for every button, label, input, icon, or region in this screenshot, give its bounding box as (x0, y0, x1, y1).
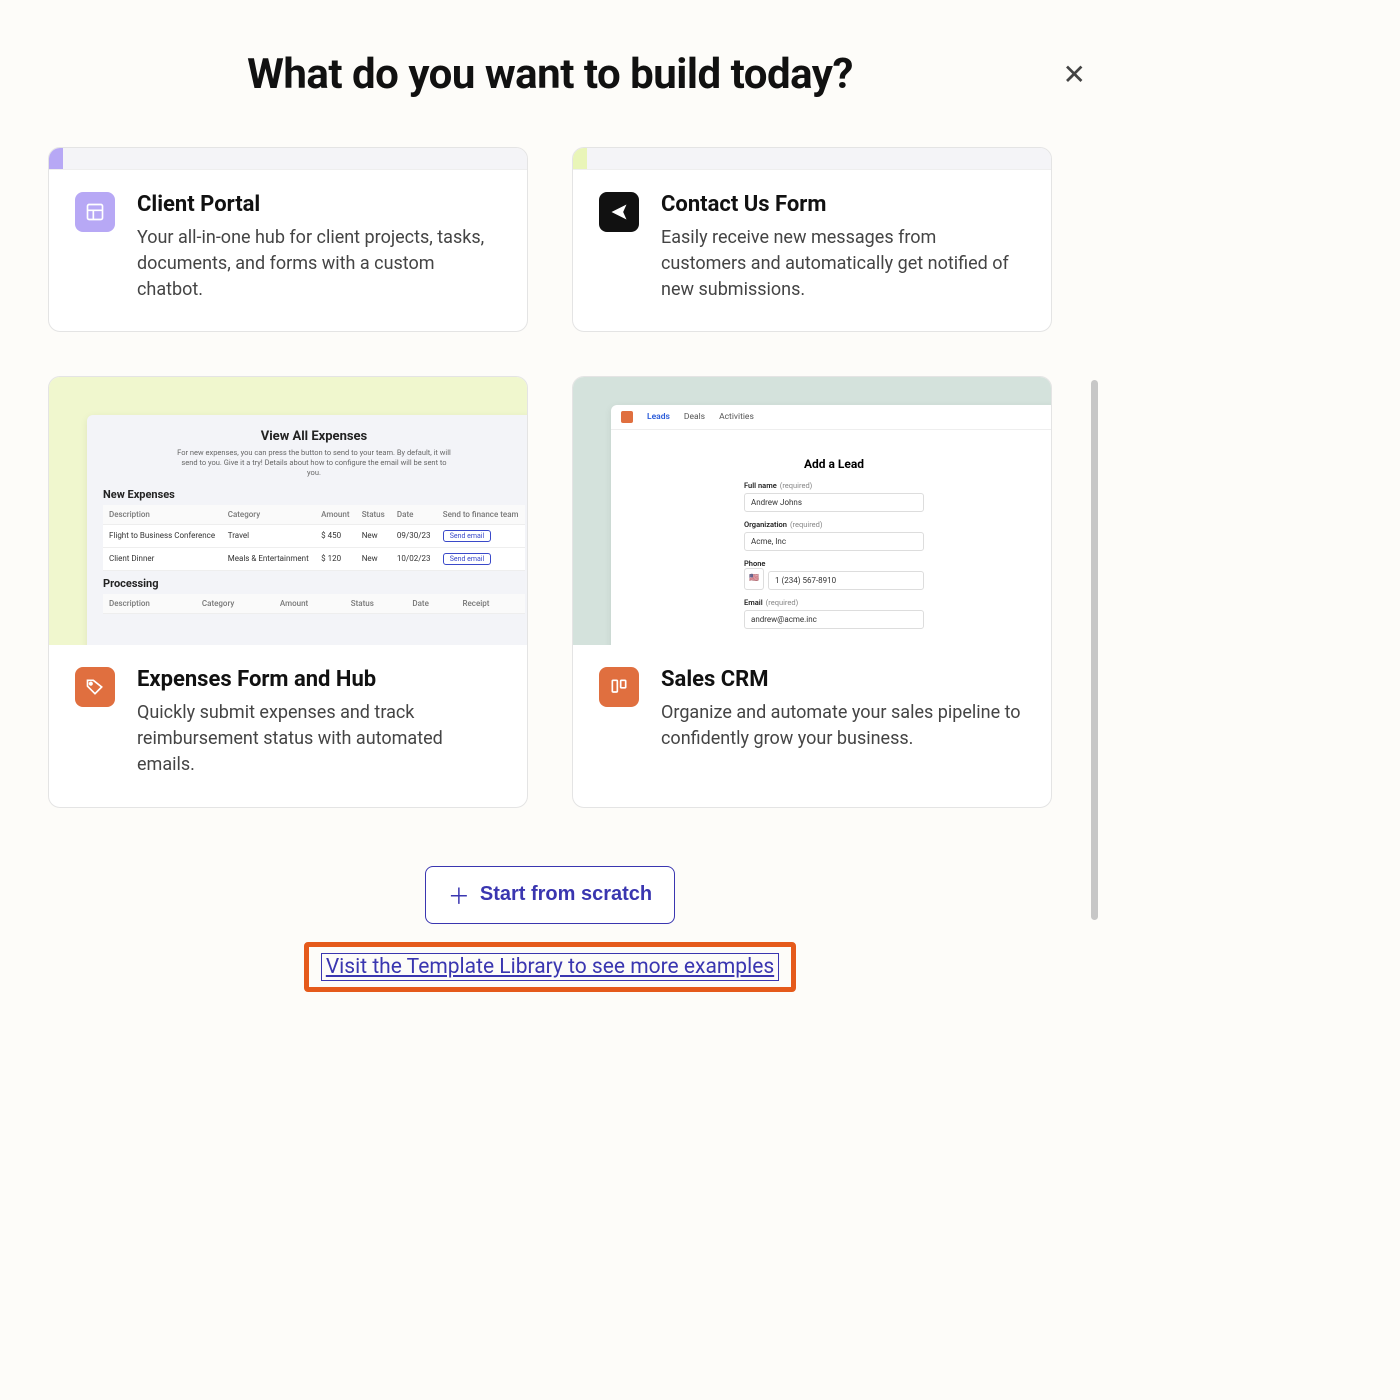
start-from-scratch-button[interactable]: ＋ Start from scratch (425, 866, 675, 924)
plus-icon: ＋ (448, 879, 470, 911)
send-email-button: Send email (443, 530, 491, 542)
card-preview (573, 148, 1051, 170)
card-preview (49, 148, 527, 170)
preview-section-label: New Expenses (103, 488, 525, 501)
template-card-expenses[interactable]: View All Expenses For new expenses, you … (48, 376, 528, 807)
template-card-contact-us[interactable]: Contact Us Form Easily receive new messa… (572, 147, 1052, 332)
page-title: What do you want to build today? (0, 50, 1100, 99)
card-preview: Leads Deals Activities Add a Lead Full n… (573, 377, 1051, 645)
send-icon (599, 192, 639, 232)
close-icon[interactable]: ✕ (1063, 58, 1086, 91)
send-email-button: Send email (443, 553, 491, 565)
tag-icon (75, 667, 115, 707)
card-title: Contact Us Form (661, 192, 1025, 217)
form-title: Add a Lead (744, 457, 924, 471)
card-title: Client Portal (137, 192, 501, 217)
template-grid: Client Portal Your all-in-one hub for cl… (0, 99, 1100, 808)
preview-subtext: For new expenses, you can press the butt… (174, 448, 454, 477)
preview-section-label: Processing (103, 577, 525, 590)
card-title: Expenses Form and Hub (137, 667, 501, 692)
card-title: Sales CRM (661, 667, 1025, 692)
layout-icon (75, 192, 115, 232)
scrollbar[interactable] (1091, 380, 1098, 920)
card-description: Easily receive new messages from custome… (661, 225, 1025, 303)
card-description: Organize and automate your sales pipelin… (661, 700, 1025, 752)
button-label: Start from scratch (480, 883, 652, 906)
flag-icon: 🇺🇸 (744, 568, 764, 590)
template-library-link[interactable]: Visit the Template Library to see more e… (321, 953, 779, 981)
footer: ＋ Start from scratch Visit the Template … (0, 866, 1100, 992)
template-card-client-portal[interactable]: Client Portal Your all-in-one hub for cl… (48, 147, 528, 332)
preview-form: Add a Lead Full name(required) Andrew Jo… (729, 446, 939, 640)
template-card-sales-crm[interactable]: Leads Deals Activities Add a Lead Full n… (572, 376, 1052, 807)
card-description: Quickly submit expenses and track reimbu… (137, 700, 501, 778)
card-preview: View All Expenses For new expenses, you … (49, 377, 527, 645)
annotation-highlight: Visit the Template Library to see more e… (304, 942, 796, 992)
preview-tabs: Leads Deals Activities (611, 405, 1051, 430)
preview-table: Description Category Amount Status Date … (103, 594, 525, 614)
card-description: Your all-in-one hub for client projects,… (137, 225, 501, 303)
app-logo-icon (621, 411, 633, 423)
kanban-icon (599, 667, 639, 707)
preview-table: Description Category Amount Status Date … (103, 505, 525, 571)
table-row: Client Dinner Meals & Entertainment $ 12… (103, 547, 525, 570)
table-row: Flight to Business Conference Travel $ 4… (103, 524, 525, 547)
preview-heading: View All Expenses (103, 429, 525, 444)
